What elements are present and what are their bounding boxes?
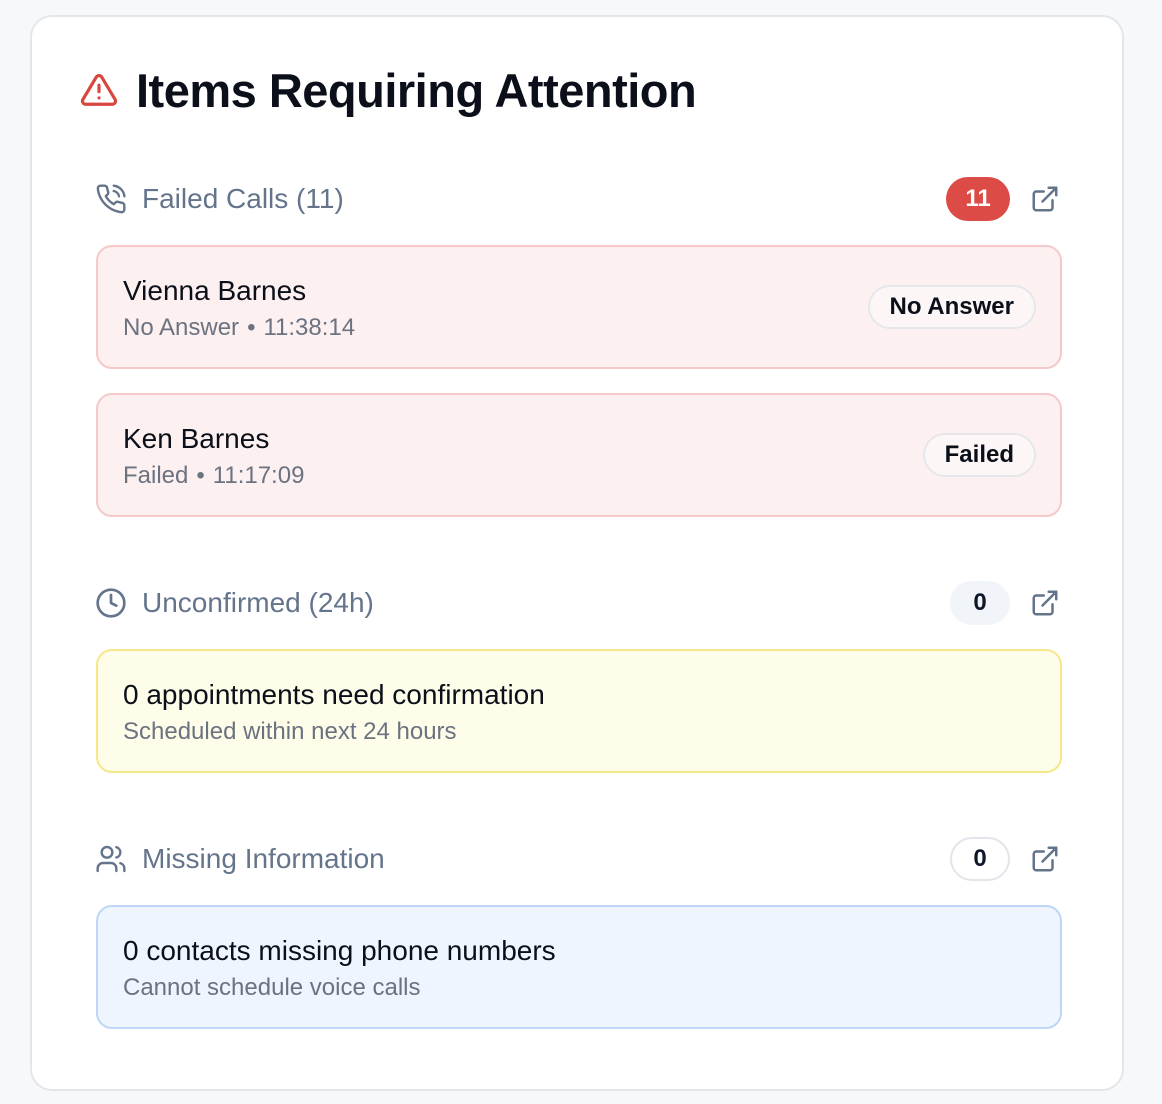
missing-info-count-badge: 0 [950, 837, 1010, 881]
status-badge[interactable]: Failed [922, 433, 1036, 477]
missing-info-detail: Cannot schedule voice calls [123, 974, 421, 1001]
external-link-icon[interactable] [1028, 182, 1062, 216]
phone-missed-icon [94, 182, 128, 216]
unconfirmed-detail: Scheduled within next 24 hours [123, 718, 457, 745]
card-header: Items Requiring Attention [80, 61, 697, 119]
failed-call-item[interactable]: Ken Barnes Failed • 11:17:09 Failed [96, 393, 1062, 517]
missing-info-header: Missing Information 0 [94, 837, 1062, 881]
unconfirmed-title: Unconfirmed (24h) [142, 587, 374, 618]
failed-calls-header: Failed Calls (11) 11 [94, 177, 1062, 221]
clock-icon [94, 586, 128, 620]
contact-name: Vienna Barnes [123, 275, 307, 306]
alert-triangle-icon [80, 71, 118, 109]
failed-call-item[interactable]: Vienna Barnes No Answer • 11:38:14 No Answ… [96, 245, 1062, 369]
separator-dot: • [196, 462, 205, 489]
external-link-icon[interactable] [1028, 586, 1062, 620]
call-status: Failed [123, 462, 189, 489]
status-badge[interactable]: No Answer [867, 285, 1036, 329]
contact-name: Ken Barnes [123, 423, 270, 454]
external-link-icon[interactable] [1028, 842, 1062, 876]
call-meta: Failed • 11:17:09 [123, 462, 304, 490]
call-meta: No Answer • 11:38:14 [123, 314, 355, 342]
separator-dot: • [247, 314, 256, 341]
card-title: Items Requiring Attention [136, 63, 697, 117]
unconfirmed-summary: 0 appointments need confirmation [123, 679, 545, 710]
unconfirmed-header: Unconfirmed (24h) 0 [94, 581, 1062, 625]
call-time: 11:17:09 [212, 462, 305, 489]
attention-card: Items Requiring Attention Failed Calls (… [30, 15, 1124, 1091]
failed-calls-count-badge: 11 [946, 177, 1010, 221]
call-status: No Answer [123, 314, 240, 341]
unconfirmed-summary-card[interactable]: 0 appointments need confirmation Schedul… [96, 649, 1062, 773]
failed-calls-title: Failed Calls (11) [142, 183, 344, 214]
unconfirmed-count-badge: 0 [950, 581, 1010, 625]
missing-info-summary-card[interactable]: 0 contacts missing phone numbers Cannot … [96, 905, 1062, 1029]
missing-info-summary: 0 contacts missing phone numbers [123, 935, 556, 966]
users-icon [94, 842, 128, 876]
call-time: 11:38:14 [263, 314, 356, 341]
missing-info-title: Missing Information [142, 843, 385, 874]
